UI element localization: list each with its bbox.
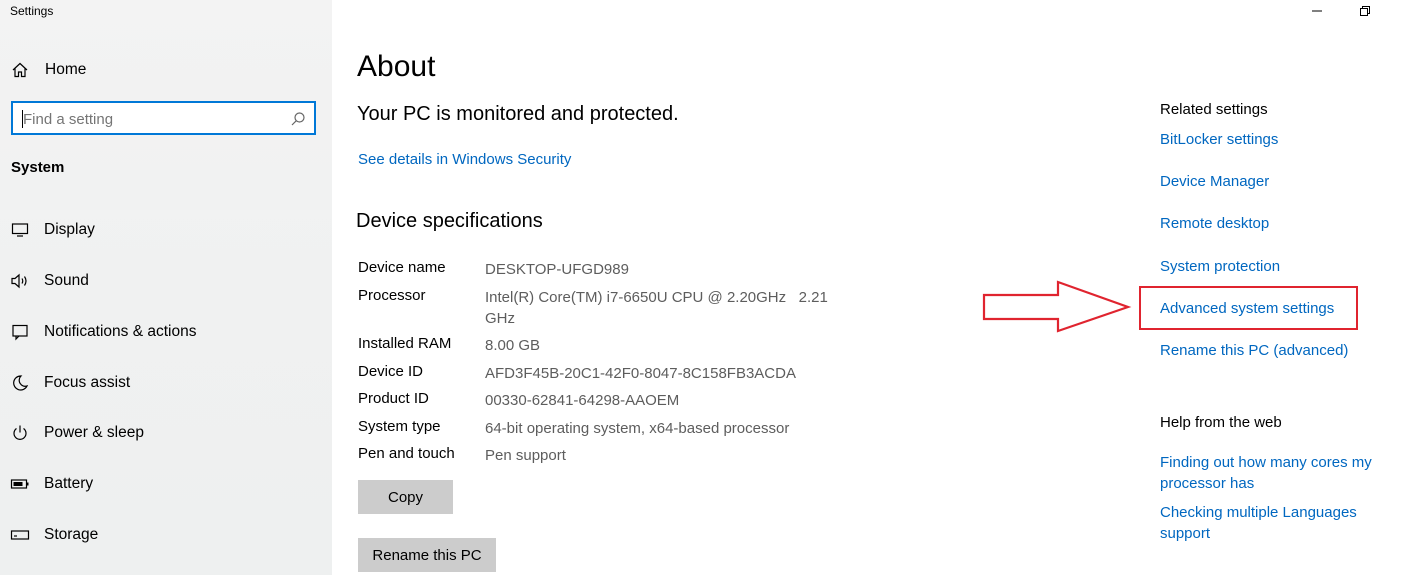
settings-window: Settings Home System Display Sou: [0, 0, 1409, 575]
spec-key: Pen and touch: [358, 445, 455, 462]
spec-value: 8.00 GB: [485, 337, 541, 354]
sidebar-item-label: Storage: [44, 526, 99, 543]
home-icon: [10, 60, 30, 80]
system-protection-link[interactable]: System protection: [1160, 258, 1280, 275]
search-input[interactable]: [23, 109, 283, 129]
sound-icon: [10, 271, 30, 291]
search-icon[interactable]: [290, 111, 306, 127]
highlight-box: [1139, 286, 1358, 330]
sidebar-item-label: Power & sleep: [44, 424, 144, 441]
remote-desktop-link[interactable]: Remote desktop: [1160, 215, 1269, 232]
sidebar-item-label: Home: [45, 61, 87, 78]
spec-value: 64-bit operating system, x64-based proce…: [485, 420, 790, 437]
minimize-icon: [1312, 10, 1322, 12]
battery-icon: [10, 474, 30, 494]
device-specifications-heading: Device specifications: [356, 210, 543, 232]
sidebar-item-sound[interactable]: Sound: [0, 261, 332, 301]
page-title: About: [357, 50, 436, 83]
sidebar-item-battery[interactable]: Battery: [0, 464, 332, 504]
sidebar-item-power-sleep[interactable]: Power & sleep: [0, 413, 332, 453]
focus-assist-icon: [10, 373, 30, 393]
copy-button[interactable]: Copy: [358, 480, 453, 514]
rename-pc-advanced-link[interactable]: Rename this PC (advanced): [1160, 342, 1348, 359]
notifications-icon: [10, 322, 30, 342]
search-field[interactable]: [11, 101, 316, 135]
protection-status-text: Your PC is monitored and protected.: [357, 103, 679, 125]
sidebar-item-label: Sound: [44, 272, 89, 289]
sidebar-item-label: Focus assist: [44, 374, 131, 391]
sidebar-item-label: Display: [44, 221, 95, 238]
related-settings-heading: Related settings: [1160, 101, 1268, 118]
spec-key: Processor: [358, 287, 426, 304]
spec-key: System type: [358, 418, 441, 435]
spec-key: Device name: [358, 259, 446, 276]
sidebar-item-focus-assist[interactable]: Focus assist: [0, 363, 332, 403]
restore-icon: [1360, 6, 1370, 16]
minimize-button[interactable]: [1294, 0, 1340, 22]
sidebar: Settings Home System Display Sou: [0, 0, 332, 575]
device-manager-link[interactable]: Device Manager: [1160, 173, 1269, 190]
sidebar-item-label: Battery: [44, 475, 94, 492]
spec-key: Installed RAM: [358, 335, 452, 352]
sidebar-item-display[interactable]: Display: [0, 210, 332, 250]
spec-value: Intel(R) Core(TM) i7-6650U CPU @ 2.20GHz…: [485, 289, 833, 327]
sidebar-item-label: Notifications & actions: [44, 323, 197, 340]
rename-pc-button[interactable]: Rename this PC: [358, 538, 496, 572]
spec-key: Device ID: [358, 363, 424, 380]
restore-button[interactable]: [1342, 0, 1388, 22]
spec-value: DESKTOP-UFGD989: [485, 261, 629, 278]
section-title: System: [11, 159, 65, 176]
arrow-annotation-icon: [982, 280, 1132, 333]
cores-help-link[interactable]: Finding out how many cores my processor …: [1160, 452, 1400, 494]
storage-icon: [10, 525, 30, 545]
sidebar-item-home[interactable]: Home: [0, 50, 332, 90]
sidebar-item-storage[interactable]: Storage: [0, 515, 332, 555]
app-title: Settings: [10, 4, 54, 18]
sidebar-item-notifications[interactable]: Notifications & actions: [0, 312, 332, 352]
spec-value: AFD3F45B-20C1-42F0-8047-8C158FB3ACDA: [485, 365, 796, 382]
spec-value: Pen support: [485, 447, 566, 464]
languages-help-link[interactable]: Checking multiple Languages support: [1160, 502, 1400, 544]
help-from-web-heading: Help from the web: [1160, 414, 1282, 431]
power-icon: [10, 423, 30, 443]
spec-value: 00330-62841-64298-AAOEM: [485, 392, 680, 409]
bitlocker-settings-link[interactable]: BitLocker settings: [1160, 131, 1278, 148]
spec-key: Product ID: [358, 390, 429, 407]
display-icon: [10, 220, 30, 240]
windows-security-link[interactable]: See details in Windows Security: [358, 151, 571, 168]
